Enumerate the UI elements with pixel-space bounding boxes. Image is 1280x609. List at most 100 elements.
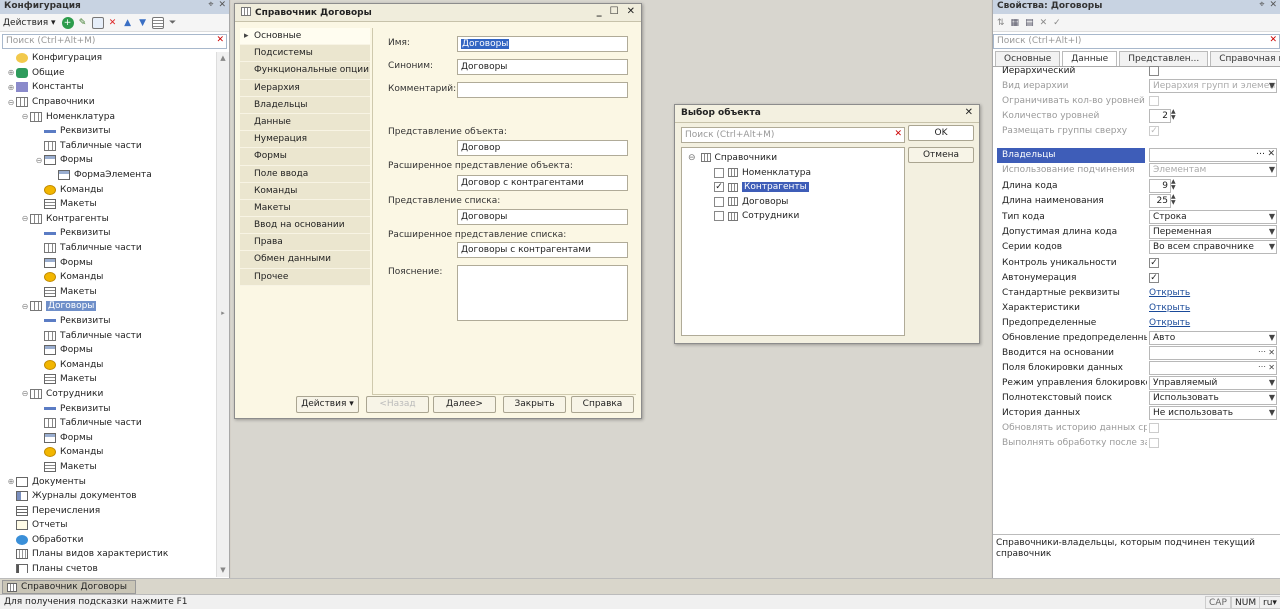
nav-item[interactable]: Функциональные опции <box>240 62 370 80</box>
tree-item[interactable]: Реквизиты <box>0 226 229 241</box>
nav-item[interactable]: Поле ввода <box>240 165 370 183</box>
ellipsis-icon[interactable]: … <box>1258 347 1266 354</box>
scroll-grip-icon[interactable]: ▸ <box>217 307 229 320</box>
ext-object-presentation-field[interactable]: Договор с контрагентами <box>457 175 628 191</box>
spin-icon[interactable]: ▲ ▼ <box>1171 109 1179 121</box>
actions-menu-button[interactable]: Действия ▾ <box>3 18 56 28</box>
nav-item[interactable]: Данные <box>240 113 370 132</box>
levels-count-field[interactable]: 2 <box>1149 109 1171 123</box>
expand-icon[interactable]: ⊕ <box>6 83 16 92</box>
ext-list-presentation-field[interactable]: Договоры с контрагентами <box>457 242 628 258</box>
actions-button[interactable]: Действия ▾ <box>296 396 359 413</box>
apply-icon[interactable]: ✓ <box>1053 18 1061 28</box>
after-write-checkbox[interactable] <box>1149 438 1159 448</box>
move-down-icon[interactable]: ▼ <box>137 17 149 29</box>
spin-icon[interactable]: ▲ ▼ <box>1171 194 1179 206</box>
close-button[interactable]: Закрыть <box>503 396 566 413</box>
maximize-icon[interactable]: ☐ <box>610 6 619 17</box>
name-field[interactable]: Договоры <box>457 36 628 52</box>
history-update-checkbox[interactable] <box>1149 423 1159 433</box>
catalog-editor-titlebar[interactable]: Справочник Договоры _ ☐ ✕ <box>235 4 641 22</box>
uniqueness-checkbox[interactable]: ✓ <box>1149 258 1159 268</box>
add-icon[interactable]: + <box>61 16 74 29</box>
tree-item[interactable]: Обработки <box>0 533 229 548</box>
close-icon[interactable]: ✕ <box>627 6 635 17</box>
tree-item[interactable]: Команды <box>0 445 229 460</box>
filter-icon[interactable]: ⏷ <box>167 17 179 29</box>
data-history-select[interactable]: Не использовать ▼ <box>1149 406 1277 420</box>
scroll-down-icon[interactable]: ▼ <box>217 564 229 577</box>
tree-item[interactable]: Команды <box>0 357 229 372</box>
ellipsis-icon[interactable]: … <box>1256 147 1265 157</box>
tree-item[interactable]: Табличные части <box>0 241 229 256</box>
tree-item[interactable]: Реквизиты <box>0 124 229 139</box>
clear-icon[interactable]: ✕ <box>1268 363 1275 372</box>
characteristics-link[interactable]: Открыть <box>1149 303 1190 313</box>
collapse-icon[interactable]: ⊖ <box>688 153 696 163</box>
tree-item[interactable]: ⊖ Номенклатура <box>0 109 229 124</box>
properties-icon[interactable]: ▤ <box>1025 18 1034 28</box>
close-icon[interactable]: ✕ <box>965 107 973 118</box>
tree-item[interactable]: ⊖ Справочники <box>0 95 229 110</box>
nav-item[interactable]: Владельцы <box>240 96 370 114</box>
tree-item[interactable]: Табличные части <box>0 139 229 154</box>
predefined-update-select[interactable]: Авто ▼ <box>1149 331 1277 345</box>
code-allowed-length-select[interactable]: Переменная ▼ <box>1149 225 1277 239</box>
synonym-field[interactable]: Договоры <box>457 59 628 75</box>
ok-button[interactable]: OK <box>908 125 974 141</box>
nav-item[interactable]: Нумерация <box>240 131 370 149</box>
back-button[interactable]: <Назад <box>366 396 429 413</box>
code-type-select[interactable]: Строка ▼ <box>1149 210 1277 224</box>
hierarchy-kind-select[interactable]: Иерархия групп и элементов▼ <box>1149 79 1277 93</box>
list-presentation-field[interactable]: Договоры <box>457 209 628 225</box>
tree-item[interactable]: Формы <box>0 430 229 445</box>
select-tree-item[interactable]: Номенклатура <box>714 166 811 179</box>
delete-icon[interactable]: ✕ <box>107 17 119 29</box>
configuration-scrollbar[interactable]: ▲ ▸ ▼ <box>216 52 229 577</box>
clear-icon[interactable]: ✕ <box>1268 348 1275 357</box>
help-button[interactable]: Справка <box>571 396 634 413</box>
sort-alpha-icon[interactable]: ⇅ <box>997 18 1005 28</box>
limit-levels-checkbox[interactable] <box>1149 96 1159 106</box>
subordination-select[interactable]: Элементам ▼ <box>1149 163 1277 177</box>
nav-item[interactable]: Основные <box>240 28 370 46</box>
expand-icon[interactable]: ⊕ <box>6 477 16 486</box>
pin-icon[interactable]: ⌖ <box>208 0 213 10</box>
copy-icon[interactable] <box>91 16 104 29</box>
properties-search-input[interactable]: Поиск (Ctrl+Alt+I) ✕ <box>993 34 1280 49</box>
edit-icon[interactable]: ✎ <box>77 17 89 29</box>
next-button[interactable]: Далее> <box>433 396 496 413</box>
tree-item[interactable]: ⊖ Контрагенты <box>0 212 229 227</box>
tree-item[interactable]: ФормаЭлемента <box>0 168 229 183</box>
tree-item[interactable]: Табличные части <box>0 328 229 343</box>
tree-item[interactable]: Журналы документов <box>0 489 229 504</box>
scroll-up-icon[interactable]: ▲ <box>217 52 229 65</box>
select-tree-item[interactable]: Сотрудники <box>714 210 799 223</box>
clear-search-icon[interactable]: ✕ <box>216 35 224 45</box>
nav-item[interactable]: Ввод на основании <box>240 217 370 235</box>
tree-item[interactable]: ⊕ Константы <box>0 80 229 95</box>
close-icon[interactable]: ✕ <box>218 0 226 10</box>
select-object-search-input[interactable]: Поиск (Ctrl+Alt+M) ✕ <box>681 127 905 143</box>
ellipsis-icon[interactable]: … <box>1258 362 1266 369</box>
code-length-field[interactable]: 9 <box>1149 179 1171 193</box>
code-series-select[interactable]: Во всем справочнике ▼ <box>1149 240 1277 254</box>
tree-item[interactable]: Реквизиты <box>0 401 229 416</box>
tree-item[interactable]: ⊕ Документы <box>0 474 229 489</box>
tree-item[interactable]: Макеты <box>0 197 229 212</box>
tree-item[interactable]: Отчеты <box>0 518 229 533</box>
tree-item[interactable]: Формы <box>0 255 229 270</box>
clear-search-icon[interactable]: ✕ <box>1269 35 1277 45</box>
tree-root-references[interactable]: ⊖ Справочники <box>688 151 777 164</box>
collapse-icon[interactable]: ⊖ <box>20 302 30 311</box>
item-checkbox[interactable] <box>714 196 724 207</box>
tree-item[interactable]: Формы <box>0 343 229 358</box>
nav-item[interactable]: Подсистемы <box>240 45 370 63</box>
nav-item[interactable]: Иерархия <box>240 79 370 97</box>
sort-icon[interactable] <box>151 16 164 29</box>
move-up-icon[interactable]: ▲ <box>122 17 134 29</box>
close-icon[interactable]: ✕ <box>1269 0 1277 10</box>
autonumber-checkbox[interactable]: ✓ <box>1149 273 1159 283</box>
item-checkbox[interactable]: ✓ <box>714 182 724 192</box>
tree-item[interactable]: ⊖ Договоры <box>0 299 229 314</box>
